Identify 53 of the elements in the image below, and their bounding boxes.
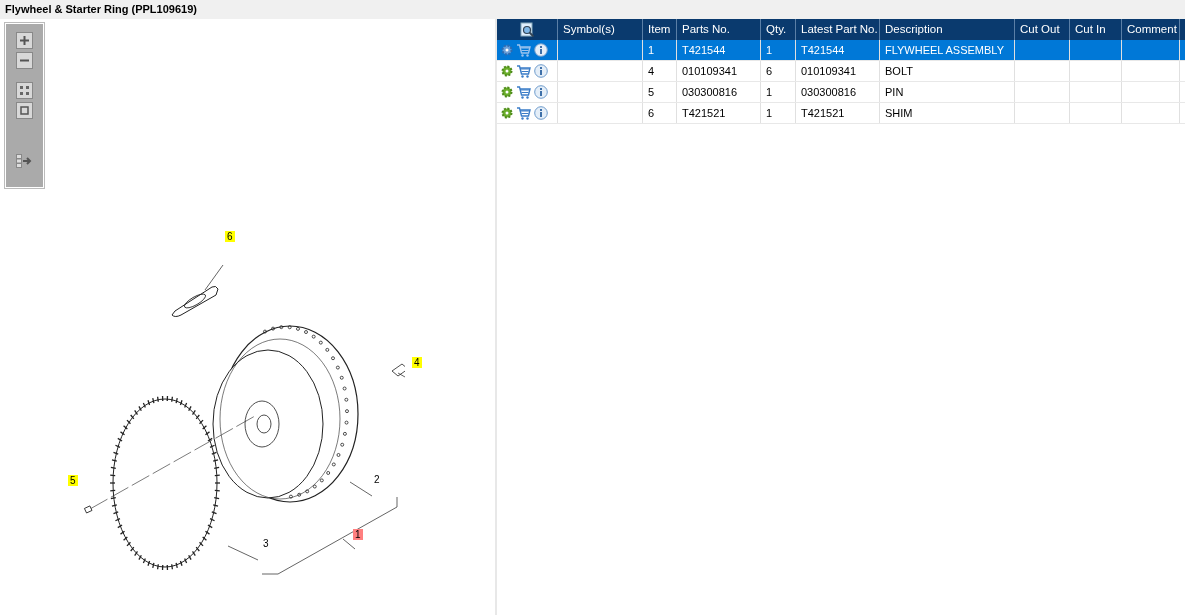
gear-icon[interactable] bbox=[501, 107, 513, 119]
window-title: Flywheel & Starter Ring (PPL109619) bbox=[0, 0, 1185, 19]
info-icon[interactable] bbox=[534, 43, 548, 57]
table-row[interactable]: 5 030300816 1 030300816 PIN bbox=[497, 82, 1185, 103]
callout-label[interactable]: 6 bbox=[225, 231, 235, 242]
callout-label[interactable]: 1 bbox=[353, 529, 363, 540]
table-row[interactable]: 6 T421521 1 T421521 SHIM bbox=[497, 103, 1185, 124]
info-icon[interactable] bbox=[534, 85, 548, 99]
table-cell: 030300816 bbox=[677, 82, 761, 102]
plus-icon bbox=[19, 35, 30, 46]
table-cell: SHIM bbox=[880, 103, 1015, 123]
shopping-cart-icon[interactable] bbox=[516, 106, 531, 120]
table-cell: PIN bbox=[880, 82, 1015, 102]
shopping-cart-icon[interactable] bbox=[516, 85, 531, 99]
info-icon[interactable] bbox=[534, 106, 548, 120]
table-cell: T421521 bbox=[796, 103, 880, 123]
table-cell: 1 bbox=[643, 40, 677, 60]
table-cell: 1 bbox=[761, 40, 796, 60]
table-cell: 5 bbox=[643, 82, 677, 102]
table-cell: FLYWHEEL ASSEMBLY bbox=[880, 40, 1015, 60]
table-cell: 1 bbox=[761, 103, 796, 123]
table-cell: T421544 bbox=[796, 40, 880, 60]
table-row[interactable]: 4 010109341 6 010109341 BOLT bbox=[497, 61, 1185, 82]
minus-icon bbox=[19, 59, 30, 62]
gear-icon[interactable] bbox=[501, 65, 513, 77]
table-cell: T421521 bbox=[677, 103, 761, 123]
square-icon bbox=[20, 106, 29, 115]
callout-label[interactable]: 2 bbox=[372, 474, 382, 485]
table-cell: 010109341 bbox=[677, 61, 761, 81]
zoom-out-button[interactable] bbox=[16, 52, 33, 69]
search-document-icon[interactable] bbox=[519, 21, 535, 38]
shopping-cart-icon[interactable] bbox=[516, 64, 531, 78]
list-arrow-icon bbox=[15, 153, 34, 168]
callout-label[interactable]: 5 bbox=[68, 475, 78, 486]
shopping-cart-icon[interactable] bbox=[516, 43, 531, 57]
table-cell: T421544 bbox=[677, 40, 761, 60]
fit-view-button[interactable] bbox=[16, 82, 33, 99]
gear-icon[interactable] bbox=[501, 86, 513, 98]
callout-label[interactable]: 3 bbox=[261, 538, 271, 549]
zoom-in-button[interactable] bbox=[16, 32, 33, 49]
actual-size-button[interactable] bbox=[16, 102, 33, 119]
table-cell: BOLT bbox=[880, 61, 1015, 81]
callout-label[interactable]: 4 bbox=[412, 357, 422, 368]
info-icon[interactable] bbox=[534, 64, 548, 78]
gear-icon[interactable] bbox=[501, 44, 513, 56]
table-cell: 6 bbox=[643, 103, 677, 123]
table-cell: 1 bbox=[761, 82, 796, 102]
table-cell: 030300816 bbox=[796, 82, 880, 102]
table-cell: 010109341 bbox=[796, 61, 880, 81]
grid-icon bbox=[19, 85, 30, 96]
table-cell: 6 bbox=[761, 61, 796, 81]
table-row[interactable]: 1 T421544 1 T421544 FLYWHEEL ASSEMBLY bbox=[497, 40, 1185, 61]
table-cell: 4 bbox=[643, 61, 677, 81]
